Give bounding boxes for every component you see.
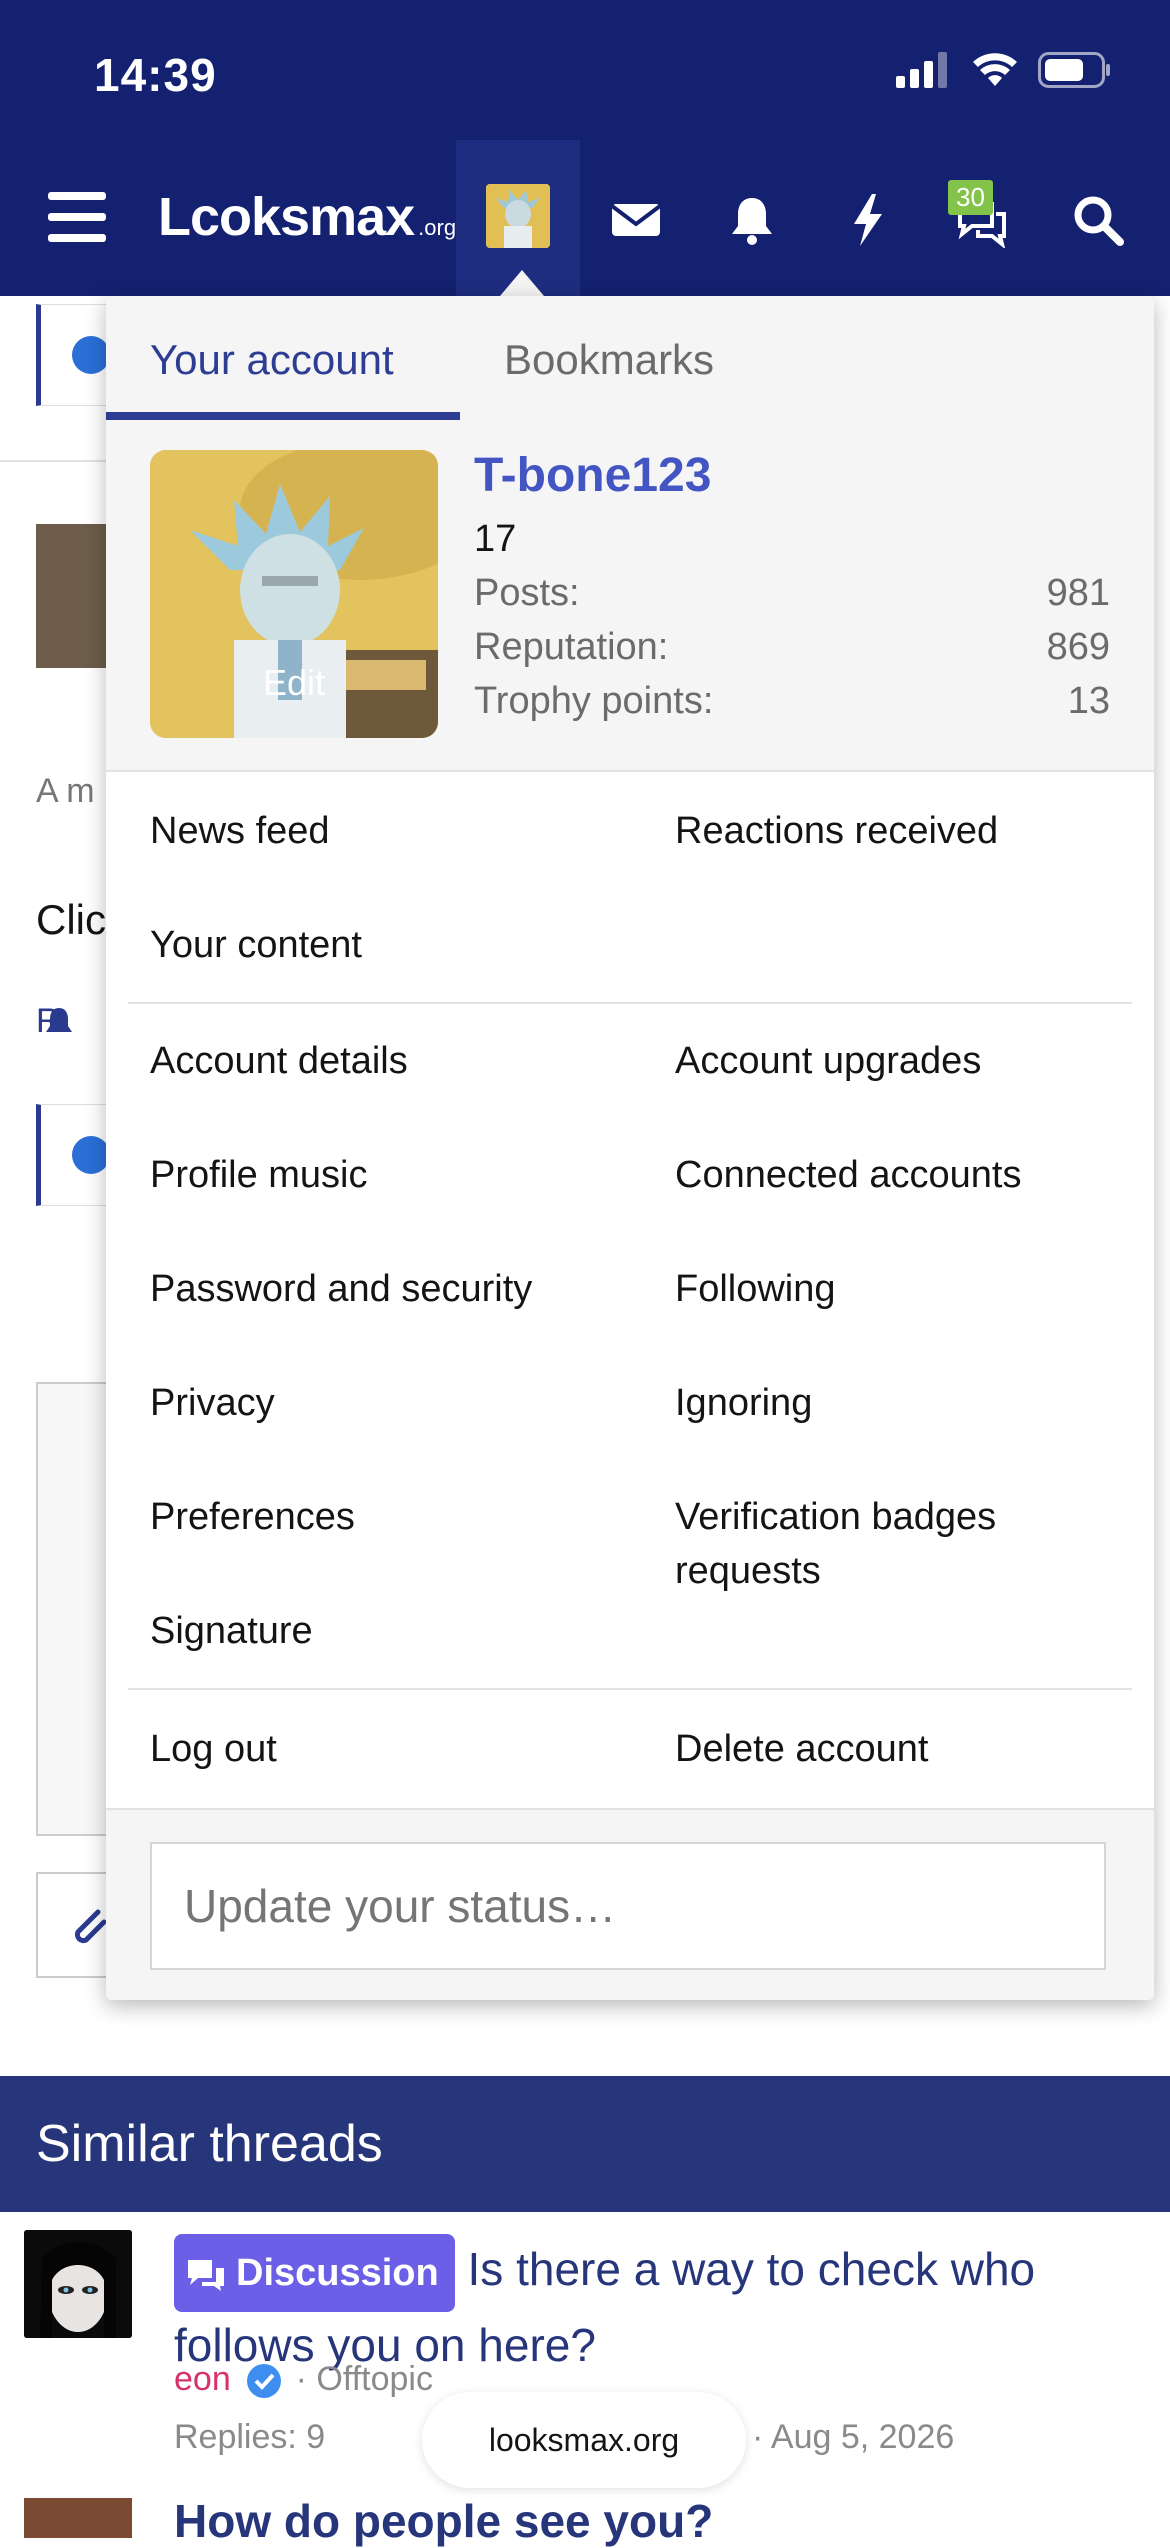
thread-prefix-badge[interactable]: Discussion: [174, 2234, 455, 2312]
menu-item-your-content[interactable]: Your content: [150, 918, 362, 972]
thread-forum-link[interactable]: · Offtopic: [296, 2360, 433, 2398]
menu-item-following[interactable]: Following: [675, 1262, 1125, 1316]
bell-icon[interactable]: [724, 192, 780, 248]
menu-item-account-details[interactable]: Account details: [150, 1034, 408, 1088]
thread-list-item[interactable]: How do people see you?: [0, 2494, 1170, 2547]
menu-divider: [128, 1688, 1132, 1690]
logo-suffix: .org: [418, 215, 457, 240]
stat-value: 13: [1067, 680, 1110, 722]
menu-item-account-upgrades[interactable]: Account upgrades: [675, 1034, 1125, 1088]
discussion-icon: [188, 2259, 224, 2291]
tab-your-account[interactable]: Your account: [150, 336, 394, 384]
menu-item-log-out[interactable]: Log out: [150, 1722, 277, 1776]
menu-item-password-security[interactable]: Password and security: [150, 1262, 532, 1316]
menu-hamburger-icon[interactable]: [48, 192, 106, 242]
menu-item-signature[interactable]: Signature: [150, 1604, 313, 1658]
thread-prefix-label: Discussion: [236, 2252, 439, 2294]
tab-bookmarks[interactable]: Bookmarks: [504, 336, 714, 384]
stat-trophy-points: Trophy points: 13: [474, 680, 1110, 723]
thread-meta: eon · Offtopic: [174, 2360, 433, 2399]
thread-title-link[interactable]: Discussion Is there a way to check who f…: [174, 2234, 1134, 2378]
menu-item-verification-badges[interactable]: Verification badges requests: [675, 1490, 1125, 1598]
menu-divider: [128, 1002, 1132, 1004]
status-icons: [896, 52, 1112, 88]
avatar-edit-label[interactable]: Edit: [150, 662, 438, 704]
profile-avatar[interactable]: Edit: [150, 450, 438, 738]
thread-author-avatar[interactable]: [24, 2230, 132, 2338]
status-update-input[interactable]: [150, 1842, 1106, 1970]
stat-value: 981: [1046, 572, 1110, 614]
status-time: 14:39: [94, 49, 217, 101]
menu-item-ignoring[interactable]: Ignoring: [675, 1376, 1125, 1430]
stat-posts: Posts: 981: [474, 572, 1110, 615]
menu-tabs: Your account Bookmarks: [106, 296, 1154, 422]
wifi-icon: [973, 53, 1017, 86]
thread-author-avatar[interactable]: [24, 2498, 132, 2538]
status-bar: 14:39: [0, 0, 1170, 140]
battery-icon: [1038, 52, 1110, 88]
similar-threads-title: Similar threads: [36, 2115, 383, 2173]
stat-label: Trophy points:: [474, 680, 714, 722]
bg-text-click: Clic: [36, 896, 106, 943]
menu-item-reactions-received[interactable]: Reactions received: [675, 804, 1125, 858]
menu-item-privacy[interactable]: Privacy: [150, 1376, 275, 1430]
bg-text-a: A m: [36, 772, 95, 810]
account-dropdown-menu: Your account Bookmarks Edit T-bone123 17…: [106, 296, 1154, 2000]
verified-badge-icon: [247, 2364, 282, 2399]
stat-label: Posts:: [474, 572, 580, 614]
profile-summary: Edit T-bone123 17 Posts: 981 Reputation:…: [106, 420, 1154, 772]
active-tab-indicator: [106, 412, 460, 420]
menu-item-preferences[interactable]: Preferences: [150, 1490, 355, 1544]
menu-item-profile-music[interactable]: Profile music: [150, 1148, 368, 1202]
thread-title-link[interactable]: How do people see you?: [174, 2494, 713, 2548]
menu-item-news-feed[interactable]: News feed: [150, 804, 330, 858]
site-logo[interactable]: Lcoksmax .org: [158, 186, 456, 248]
thread-replies: Replies: 9: [174, 2418, 326, 2456]
site-header: Lcoksmax .org 30: [0, 140, 1170, 296]
stat-label: Reputation:: [474, 626, 669, 668]
paperclip-icon: [74, 1909, 107, 1944]
nav-avatar: [486, 184, 550, 248]
browser-address-pill[interactable]: looksmax.org: [422, 2392, 746, 2488]
status-update-area: [106, 1808, 1154, 2000]
menu-item-delete-account[interactable]: Delete account: [675, 1722, 1125, 1776]
thread-author-link[interactable]: eon: [174, 2360, 231, 2398]
bg-bell-icon: [46, 1008, 72, 1032]
conversations-badge: 30: [948, 180, 993, 215]
user-title: 17: [474, 518, 517, 560]
menu-pointer: [500, 270, 544, 296]
like-icon: [72, 336, 110, 374]
stat-reputation: Reputation: 869: [474, 626, 1110, 669]
lightning-icon[interactable]: [840, 192, 896, 248]
username-link[interactable]: T-bone123: [474, 448, 711, 503]
like-icon: [72, 1136, 110, 1174]
logo-text: Lcoksmax: [158, 187, 415, 247]
thread-date: · Aug 5, 2026: [752, 2418, 955, 2456]
bg-post-thumbnail: [36, 524, 116, 668]
search-icon[interactable]: [1070, 192, 1126, 248]
stat-value: 869: [1046, 626, 1110, 668]
menu-item-connected-accounts[interactable]: Connected accounts: [675, 1148, 1125, 1202]
mail-icon[interactable]: [608, 192, 664, 248]
similar-threads-header: Similar threads: [0, 2076, 1170, 2212]
signal-icon: [896, 52, 947, 88]
